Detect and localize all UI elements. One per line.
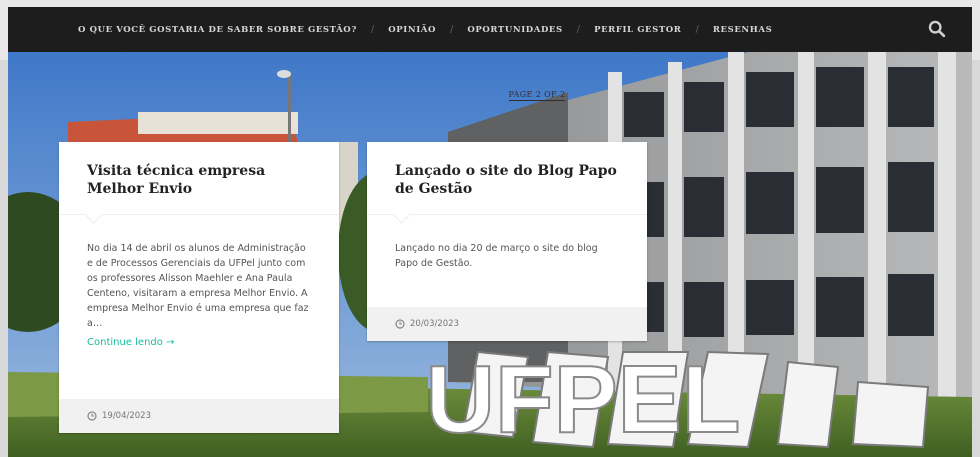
nav-item-saber-sobre-gestao[interactable]: O QUE VOCÊ GOSTARIA DE SABER SOBRE GESTÃ… [78,25,357,35]
main-navigation: O QUE VOCÊ GOSTARIA DE SABER SOBRE GESTÃ… [8,7,972,52]
nav-separator: / [370,24,375,35]
continue-reading-link[interactable]: Continue lendo → [59,331,339,348]
clock-icon [395,319,405,329]
post-meta: 19/04/2023 [59,399,339,433]
post-date[interactable]: 19/04/2023 [102,411,151,421]
post-meta: 20/03/2023 [367,307,647,341]
page: O QUE VOCÊ GOSTARIA DE SABER SOBRE GESTÃ… [0,0,980,457]
post-excerpt: Lançado no dia 20 de março o site do blo… [395,243,598,269]
search-icon[interactable] [928,20,946,38]
nav-separator: / [450,24,454,35]
header: O QUE VOCÊ GOSTARIA DE SABER SOBRE GESTÃ… [0,0,980,60]
post-date[interactable]: 20/03/2023 [410,319,459,329]
ufpel-sign: UFPEL [426,346,741,453]
pagination-label: PAGE 2 OF 2 [477,90,597,101]
nav-separator: / [695,24,699,35]
nav-item-perfil-gestor[interactable]: PERFIL GESTOR [594,25,681,35]
pagination-text: PAGE 2 OF 2 [508,90,566,101]
hero-background: UFPEL PAGE 2 OF 2 Visita técnica empresa… [8,52,972,457]
post-card-header: Lançado o site do Blog Papo de Gestão [367,142,647,224]
nav-item-opiniao[interactable]: OPINIÃO [388,25,436,35]
nav-menu: O QUE VOCÊ GOSTARIA DE SABER SOBRE GESTÃ… [78,7,772,52]
clock-icon [87,411,97,421]
post-card-visita-tecnica: Visita técnica empresa Melhor Envio No d… [59,142,339,433]
nav-separator: / [576,24,581,35]
nav-item-resenhas[interactable]: RESENHAS [713,25,773,35]
post-title[interactable]: Lançado o site do Blog Papo de Gestão [395,162,619,198]
nav-item-oportunidades[interactable]: OPORTUNIDADES [467,25,562,35]
post-card-lancado-site: Lançado o site do Blog Papo de Gestão La… [367,142,647,341]
post-excerpt: No dia 14 de abril os alunos de Administ… [87,243,309,329]
post-card-header: Visita técnica empresa Melhor Envio [59,142,339,224]
post-title[interactable]: Visita técnica empresa Melhor Envio [87,162,311,198]
